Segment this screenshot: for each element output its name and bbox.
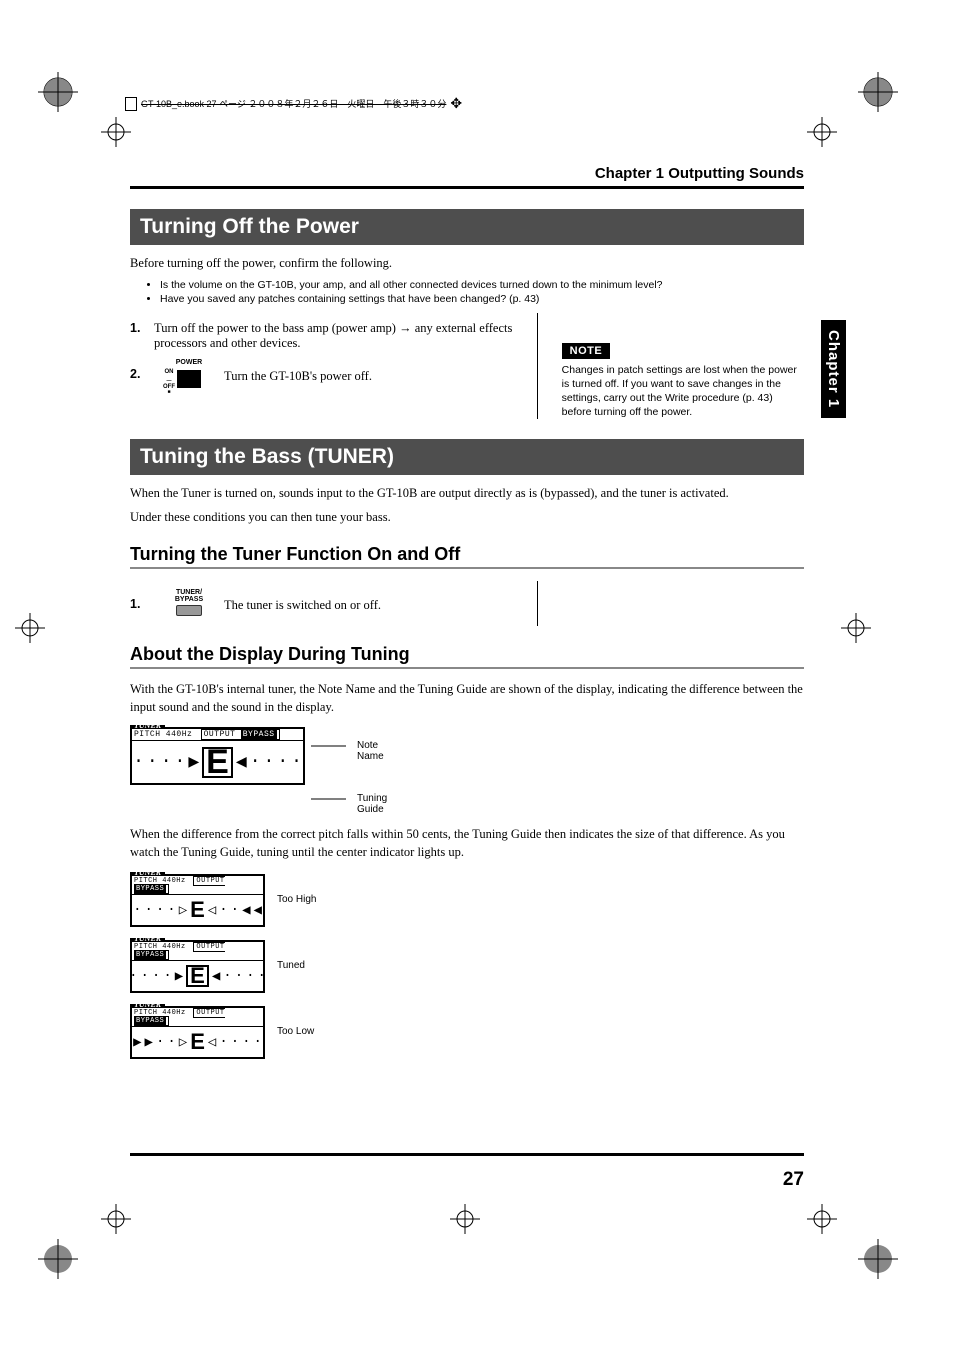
reg-mark-tl: [96, 112, 136, 152]
display-too-low: TUNER PITCH 440Hz OUTPUT BYPASS ·· E ···…: [130, 1003, 804, 1059]
section2-p2: Under these conditions you can then tune…: [130, 509, 804, 527]
crop-mark-tr: [858, 72, 898, 112]
section-tuning-bass: Tuning the Bass (TUNER): [130, 439, 804, 475]
power-switch-icon: [177, 370, 201, 388]
step-number: 1.: [130, 321, 154, 335]
label-too-low: Too Low: [277, 1026, 314, 1037]
sub1-right: [562, 581, 804, 626]
crop-mark-br: [858, 1239, 898, 1279]
tuner-display-callout: TUNER PITCH 440Hz OUTPUT BYPASS ···· E ·…: [130, 724, 804, 808]
spiral-icon: ✥: [450, 95, 462, 112]
power-label: POWER: [154, 359, 224, 366]
column-divider: [537, 313, 538, 420]
book-icon: [125, 97, 137, 111]
section1-right-col: NOTE Changes in patch settings are lost …: [562, 313, 804, 420]
chapter-header: Chapter 1 Outputting Sounds: [130, 165, 804, 182]
step-desc: Turn off the power to the bass amp (powe…: [154, 321, 513, 351]
sub2-p2: When the difference from the correct pit…: [130, 826, 804, 861]
label-note-name: Note Name: [357, 740, 384, 762]
page-number: 27: [783, 1169, 804, 1191]
pedal-icon: [176, 605, 202, 616]
note-name: E: [202, 747, 233, 778]
section1-left-col: 1. Turn off the power to the bass amp (p…: [130, 313, 513, 420]
sub1-left: 1. TUNER/ BYPASS The tuner is switched o…: [130, 581, 513, 626]
tuner-info-row: PITCH 440Hz OUTPUT BYPASS: [132, 729, 303, 741]
label-tuning-guide: Tuning Guide: [357, 793, 387, 815]
tuner-bypass-pedal: TUNER/ BYPASS: [154, 589, 224, 618]
bullet-item: Is the volume on the GT-10B, your amp, a…: [160, 279, 804, 291]
label-too-high: Too High: [277, 894, 316, 905]
section2-p1: When the Tuner is turned on, sounds inpu…: [130, 485, 804, 503]
reg-mark-br: [802, 1199, 842, 1239]
tuner-guide-main: ···· E ····: [132, 741, 303, 783]
reg-mark-ml: [10, 608, 50, 648]
bullet-item: Have you saved any patches containing se…: [160, 293, 804, 305]
framemaker-header: GT-10B_e.book 27 ページ ２００８年２月２６日 火曜日 午後３時…: [125, 95, 844, 112]
reg-mark-mr: [836, 608, 876, 648]
step-number: 2.: [130, 367, 154, 381]
chapter-rule: [130, 186, 804, 189]
note-text: Changes in patch settings are lost when …: [562, 363, 804, 420]
section-turning-off-power: Turning Off the Power: [130, 209, 804, 245]
reg-mark-tr: [802, 112, 842, 152]
section1-columns: 1. Turn off the power to the bass amp (p…: [130, 313, 804, 420]
header-filename: GT-10B_e.book 27 ページ ２００８年２月２６日 火曜日 午後３時…: [141, 97, 446, 110]
bottom-rule: [130, 1153, 804, 1156]
subhead-tuner-onoff: Turning the Tuner Function On and Off: [130, 544, 804, 569]
section1-bullets: Is the volume on the GT-10B, your amp, a…: [160, 279, 804, 305]
section1-intro: Before turning off the power, confirm th…: [130, 255, 804, 273]
crop-mark-bl: [38, 1239, 78, 1279]
note-label: NOTE: [562, 343, 611, 359]
display-too-high: TUNER PITCH 440Hz OUTPUT BYPASS ···· E ·…: [130, 871, 804, 927]
tuner-display-main: TUNER PITCH 440Hz OUTPUT BYPASS ···· E ·…: [130, 724, 305, 785]
chapter-side-tab: Chapter 1: [821, 320, 846, 418]
sub1-columns: 1. TUNER/ BYPASS The tuner is switched o…: [130, 581, 804, 626]
step-desc: The tuner is switched on or off.: [224, 594, 513, 613]
sub1-step1: 1. TUNER/ BYPASS The tuner is switched o…: [130, 589, 513, 618]
crop-mark-tl: [38, 72, 78, 112]
tuner-tab: TUNER: [130, 725, 165, 727]
subhead-display-tuning: About the Display During Tuning: [130, 644, 804, 669]
display-tuned: TUNER PITCH 440Hz OUTPUT BYPASS ···· E ·…: [130, 937, 804, 993]
step-2: 2. POWER ON — OFF ■ Turn the GT-10B's po…: [130, 359, 513, 390]
step-1: 1. Turn off the power to the bass amp (p…: [130, 321, 513, 351]
column-divider: [537, 581, 538, 626]
label-tuned: Tuned: [277, 960, 305, 971]
power-switch-graphic: POWER ON — OFF ■: [154, 359, 224, 390]
page-content: Chapter 1 Outputting Sounds Turning Off …: [130, 165, 804, 1211]
sub2-p1: With the GT-10B's internal tuner, the No…: [130, 681, 804, 716]
callout-lines: [311, 724, 351, 808]
step-number: 1.: [130, 597, 154, 611]
tuner-bypass-label: TUNER/ BYPASS: [154, 589, 224, 603]
step-desc: Turn the GT-10B's power off.: [224, 365, 513, 384]
